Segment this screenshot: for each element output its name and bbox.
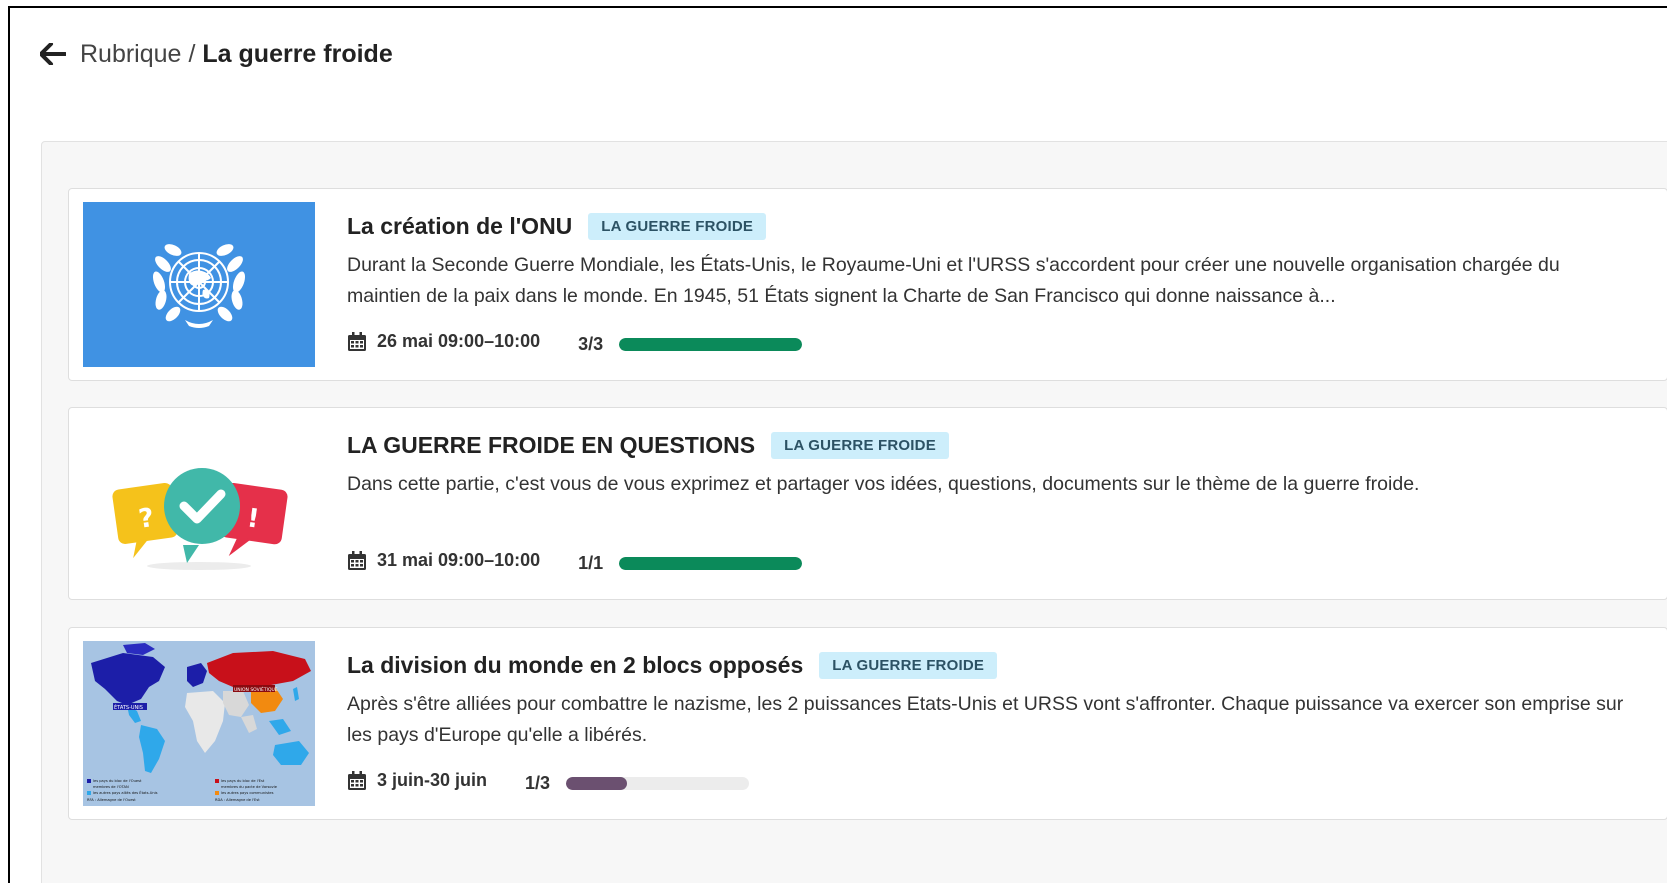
map-legend-text: les pays du bloc de l'Est	[221, 779, 265, 783]
card-meta: 3 juin-30 juin 1/3	[347, 770, 750, 793]
progress-count: 3/3	[578, 334, 604, 354]
progress-bar-fill	[619, 557, 803, 570]
card-description: Durant la Seconde Guerre Mondiale, les É…	[347, 254, 1560, 307]
arrow-left-icon[interactable]	[40, 42, 68, 66]
card-meta: 26 mai 09:00–10:00 3/3	[347, 331, 803, 354]
map-legend-text: RDA : Allemagne de l'Est	[215, 798, 260, 802]
progress-bar-fill	[566, 777, 627, 790]
breadcrumb-parent[interactable]: Rubrique	[80, 40, 181, 69]
map-legend-text: les autres pays communistes	[221, 791, 274, 795]
card-description: Après s'être alliées pour combattre le n…	[347, 693, 1624, 746]
map-label-usa: ÉTATS-UNIS	[114, 703, 143, 711]
progress-count: 1/3	[525, 773, 551, 793]
map-legend-text: RFA : Allemagne de l'Ouest	[87, 798, 136, 802]
progress-count: 1/1	[578, 553, 604, 573]
world-map-thumbnail: ÉTATS-UNIS UNION SOVIÉTIQUE les pays du …	[83, 641, 315, 806]
map-legend-text: les pays du bloc de l'Ouest	[93, 779, 142, 783]
app-frame: Rubrique / La guerre froide La création …	[8, 6, 1667, 883]
calendar-icon	[347, 331, 367, 352]
category-tag: LA GUERRE FROIDE	[588, 212, 767, 240]
card-content: La création de l'ONU LA GUERRE FROIDE Du…	[347, 211, 1627, 312]
breadcrumb: Rubrique / La guerre froide	[80, 40, 393, 69]
activity-card[interactable]: La création de l'ONU LA GUERRE FROIDE Du…	[68, 188, 1667, 381]
card-content: La division du monde en 2 blocs opposés …	[347, 650, 1627, 751]
progress-bar	[619, 557, 803, 570]
speech-bubbles-thumbnail: ? !	[83, 421, 315, 586]
map-legend-text: les autres pays alliés des États-Unis	[93, 790, 158, 795]
card-description: Dans cette partie, c'est vous de vous ex…	[347, 473, 1420, 495]
card-title[interactable]: La création de l'ONU	[347, 213, 572, 240]
card-content: LA GUERRE FROIDE EN QUESTIONS LA GUERRE …	[347, 430, 1627, 500]
map-legend-text: membres de l'OTAN	[93, 785, 129, 789]
un-emblem-thumbnail	[83, 202, 315, 367]
category-tag: LA GUERRE FROIDE	[819, 651, 998, 679]
un-emblem-icon	[152, 244, 246, 328]
map-legend-text: membres du pacte de Varsovie	[221, 785, 278, 789]
calendar-icon	[347, 550, 367, 571]
activity-card[interactable]: ÉTATS-UNIS UNION SOVIÉTIQUE les pays du …	[68, 627, 1667, 820]
breadcrumb-current: La guerre froide	[202, 39, 393, 68]
breadcrumb-separator: /	[188, 39, 196, 68]
card-meta: 31 mai 09:00–10:00 1/1	[347, 550, 803, 573]
card-title[interactable]: LA GUERRE FROIDE EN QUESTIONS	[347, 432, 755, 459]
page-header: Rubrique / La guerre froide	[40, 38, 393, 70]
progress-bar	[619, 338, 803, 351]
activity-card[interactable]: ? ! LA GUERRE FROIDE EN QUESTIONS LA GUE…	[68, 407, 1667, 600]
card-date: 26 mai 09:00–10:00	[377, 331, 541, 351]
card-title[interactable]: La division du monde en 2 blocs opposés	[347, 652, 803, 679]
card-date: 31 mai 09:00–10:00	[377, 550, 541, 570]
card-date: 3 juin-30 juin	[377, 770, 488, 790]
category-tag: LA GUERRE FROIDE	[771, 431, 949, 459]
calendar-icon	[347, 770, 367, 791]
progress-bar	[566, 777, 750, 790]
world-map-icon: ÉTATS-UNIS UNION SOVIÉTIQUE les pays du …	[87, 643, 311, 802]
progress-bar-fill	[619, 338, 803, 351]
speech-bubbles-icon: ? !	[112, 468, 288, 570]
